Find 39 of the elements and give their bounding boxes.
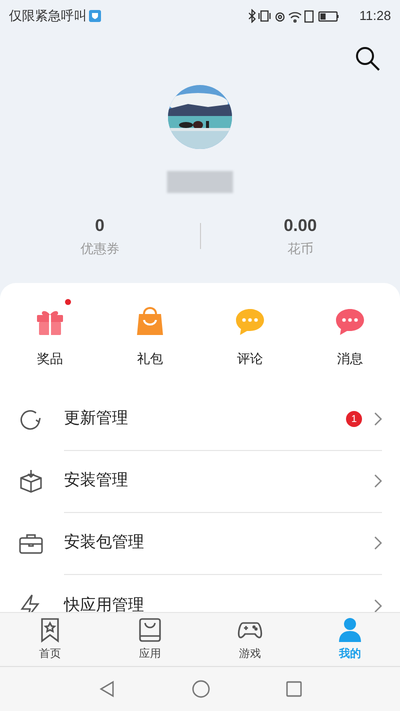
stat-label: 花币 [287, 240, 314, 258]
menu-item-label[interactable]: 安装管理 [64, 469, 374, 493]
menu-item-label[interactable]: 快应用管理 [64, 594, 374, 612]
shopping-bag-icon [137, 616, 163, 643]
carrier-text: 仅限紧急呼叫 [9, 7, 87, 26]
clock-text: 11:28 [359, 7, 391, 26]
shortcut-button[interactable]: 消息 [300, 295, 400, 368]
recents-icon[interactable] [286, 681, 302, 697]
back-icon[interactable] [98, 680, 116, 698]
battery-icon [318, 11, 340, 22]
tab-button[interactable]: 游戏 [200, 613, 300, 666]
menu-item-label[interactable]: 更新管理 [64, 407, 346, 431]
shortcut-button[interactable]: 评论 [200, 295, 300, 368]
wifi-icon [288, 12, 302, 23]
bluetooth-icon [249, 9, 256, 23]
shield-icon [89, 10, 101, 22]
box-download-icon [18, 468, 44, 494]
tab-button[interactable]: 应用 [100, 613, 200, 666]
chat-bubble-icon [234, 307, 266, 337]
stat-value: 0 [95, 215, 104, 237]
shopping-bag-icon [135, 305, 165, 337]
tab-button[interactable]: 首页 [0, 613, 100, 666]
menu-item-label[interactable]: 安装包管理 [64, 531, 374, 555]
chat-bubble-icon [334, 307, 366, 337]
chevron-right-icon [374, 474, 382, 488]
chevron-right-icon [374, 598, 382, 612]
vibrate-icon [258, 10, 272, 22]
home-icon[interactable] [192, 680, 210, 698]
person-icon [337, 616, 363, 643]
count-badge: 1 [346, 411, 362, 427]
chevron-right-icon [374, 412, 382, 426]
sim-card-icon [304, 10, 314, 23]
shortcut-button[interactable]: 礼包 [100, 295, 200, 368]
redacted-name [167, 171, 233, 193]
search-icon[interactable] [355, 46, 381, 72]
stat-value: 0.00 [284, 215, 317, 237]
chevron-right-icon [374, 536, 382, 550]
shortcut-button[interactable]: 奖品 [0, 295, 100, 368]
stat-label: 优惠券 [80, 240, 120, 258]
